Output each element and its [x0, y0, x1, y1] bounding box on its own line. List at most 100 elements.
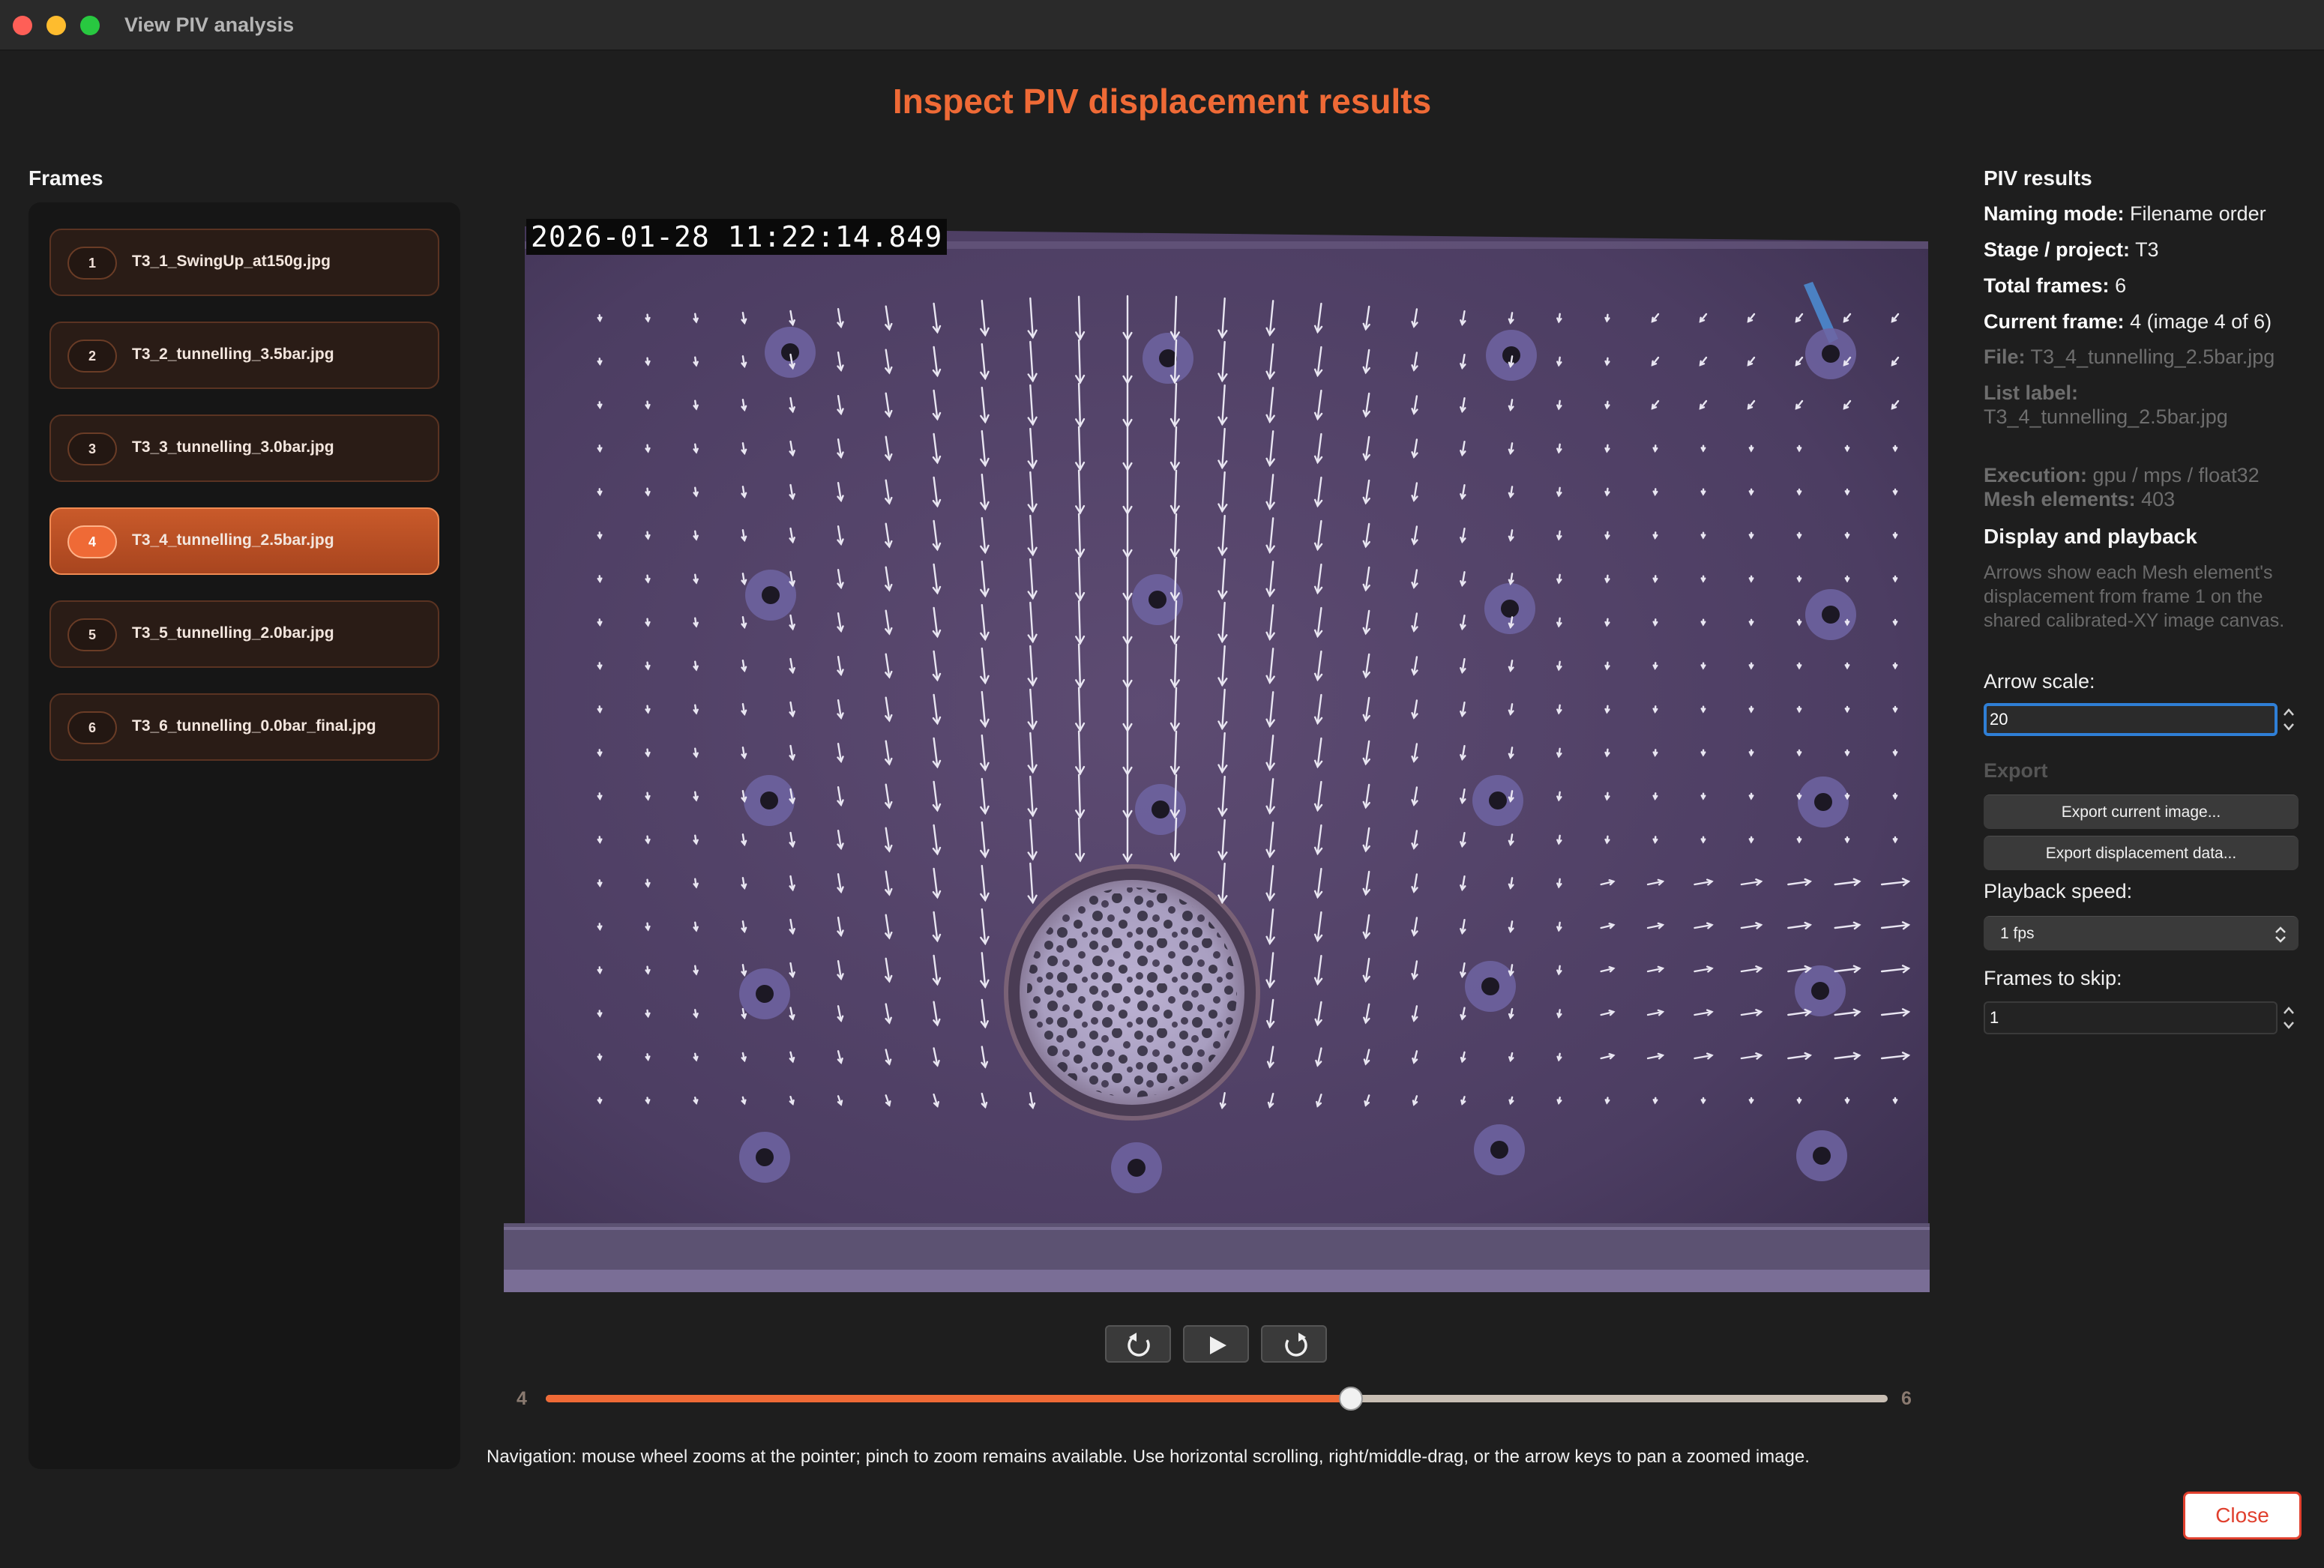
stepper-arrows-icon: [2284, 708, 2294, 731]
piv-results-heading: PIV results: [1984, 166, 2092, 190]
frame-item-4[interactable]: 4 T3_4_tunnelling_2.5bar.jpg: [49, 507, 439, 575]
list-label-label: List label:: [1984, 382, 2079, 404]
slider-max-label: 6: [1901, 1388, 1912, 1409]
frames-to-skip-input[interactable]: 1: [1984, 1001, 2278, 1034]
frame-item-3[interactable]: 3 T3_3_tunnelling_3.0bar.jpg: [49, 414, 439, 482]
frame-number-badge: 6: [67, 711, 117, 744]
play-icon: [1210, 1336, 1226, 1354]
target-marker-dot: [1814, 793, 1832, 811]
target-marker-dot: [781, 343, 799, 361]
chevron-updown-icon: [2275, 926, 2286, 943]
export-heading: Export: [1984, 759, 2048, 782]
target-marker-dot: [1128, 1159, 1146, 1177]
frame-number-badge: 4: [67, 525, 117, 558]
piv-image-viewer[interactable]: 2026-01-28 11:22:14.849: [504, 219, 1930, 1292]
target-marker-dot: [756, 1148, 774, 1166]
stage-value: T3: [2135, 238, 2159, 261]
naming-mode-value: Filename order: [2130, 202, 2266, 225]
frame-filename: T3_6_tunnelling_0.0bar_final.jpg: [132, 717, 376, 735]
window-close-button[interactable]: [13, 16, 32, 35]
play-button[interactable]: [1183, 1325, 1249, 1363]
target-marker-dot: [1481, 977, 1499, 995]
frame-number-badge: 2: [67, 340, 117, 373]
rotate-cw-icon: [1285, 1333, 1307, 1357]
target-marker-dot: [1811, 982, 1829, 1000]
list-label-row: List label: T3_4_tunnelling_2.5bar.jpg: [1984, 381, 2228, 429]
naming-mode-label: Naming mode:: [1984, 202, 2125, 225]
mesh-elements-row: Mesh elements: 403: [1984, 487, 2175, 511]
display-playback-heading: Display and playback: [1984, 525, 2197, 548]
piv-image: [504, 219, 1930, 1292]
target-marker-dot: [1813, 1147, 1831, 1165]
step-back-button[interactable]: [1105, 1325, 1171, 1363]
total-frames-label: Total frames:: [1984, 274, 2110, 297]
file-row: File: T3_4_tunnelling_2.5bar.jpg: [1984, 345, 2275, 369]
frame-slider-thumb[interactable]: [1339, 1387, 1363, 1411]
current-frame-row: Current frame: 4 (image 4 of 6): [1984, 310, 2272, 334]
window-title: View PIV analysis: [124, 13, 295, 36]
stage-row: Stage / project: T3: [1984, 238, 2159, 262]
stepper-arrows-icon: [2284, 1007, 2294, 1029]
frames-to-skip-stepper[interactable]: [2281, 1001, 2297, 1034]
total-frames-value: 6: [2115, 274, 2127, 297]
playback-speed-value: 1 fps: [2000, 925, 2035, 942]
export-displacement-data-button[interactable]: Export displacement data...: [1984, 836, 2299, 870]
window-titlebar: View PIV analysis: [0, 0, 2324, 51]
export-current-image-button[interactable]: Export current image...: [1984, 794, 2299, 829]
image-timestamp: 2026-01-28 11:22:14.849: [526, 219, 948, 255]
page-title: Inspect PIV displacement results: [892, 82, 1432, 121]
frames-heading: Frames: [28, 166, 103, 190]
current-frame-label: Current frame:: [1984, 310, 2125, 333]
close-button[interactable]: Close: [2183, 1492, 2302, 1540]
frame-number-badge: 1: [67, 247, 117, 280]
frame-item-1[interactable]: 1 T3_1_SwingUp_at150g.jpg: [49, 229, 439, 296]
frame-item-6[interactable]: 6 T3_6_tunnelling_0.0bar_final.jpg: [49, 693, 439, 761]
window-maximize-button[interactable]: [80, 16, 100, 35]
target-marker-dot: [760, 791, 778, 809]
frame-filename: T3_1_SwingUp_at150g.jpg: [132, 253, 331, 270]
arrow-scale-stepper[interactable]: [2281, 703, 2297, 736]
stage-label: Stage / project:: [1984, 238, 2131, 261]
frame-filename: T3_2_tunnelling_3.5bar.jpg: [132, 346, 334, 363]
navigation-help-text: Navigation: mouse wheel zooms at the poi…: [487, 1447, 1810, 1467]
frame-slider-fill: [546, 1395, 1351, 1402]
target-marker-dot: [756, 985, 774, 1003]
execution-label: Execution:: [1984, 464, 2088, 486]
list-label-value: T3_4_tunnelling_2.5bar.jpg: [1984, 405, 2228, 428]
execution-row: Execution: gpu / mps / float32: [1984, 463, 2260, 487]
target-marker-dot: [1152, 800, 1169, 818]
frame-slider-track[interactable]: [546, 1395, 1888, 1402]
frame-filename: T3_3_tunnelling_3.0bar.jpg: [132, 438, 334, 456]
target-marker-dot: [1822, 606, 1840, 624]
frames-list: 1 T3_1_SwingUp_at150g.jpg 2 T3_2_tunnell…: [28, 202, 460, 1469]
frame-filename: T3_4_tunnelling_2.5bar.jpg: [132, 531, 334, 549]
playback-speed-select[interactable]: 1 fps: [1984, 916, 2299, 950]
mesh-elements-value: 403: [2141, 488, 2176, 510]
target-marker-dot: [1159, 349, 1177, 367]
frame-number-badge: 3: [67, 432, 117, 465]
frame-number-badge: 5: [67, 618, 117, 651]
mesh-elements-label: Mesh elements:: [1984, 488, 2136, 510]
target-marker-dot: [1822, 345, 1840, 363]
arrow-scale-input[interactable]: 20: [1984, 703, 2278, 736]
arrow-scale-label: Arrow scale:: [1984, 670, 2095, 693]
target-marker-dot: [1490, 1141, 1508, 1159]
target-marker-dot: [1149, 591, 1166, 609]
frames-to-skip-label: Frames to skip:: [1984, 967, 2122, 989]
target-marker-dot: [1489, 791, 1507, 809]
frame-item-2[interactable]: 2 T3_2_tunnelling_3.5bar.jpg: [49, 322, 439, 389]
file-value: T3_4_tunnelling_2.5bar.jpg: [2030, 346, 2275, 368]
display-description: Arrows show each Mesh element's displace…: [1984, 562, 2285, 631]
slider-min-label: 4: [517, 1388, 527, 1409]
playback-speed-label: Playback speed:: [1984, 880, 2133, 902]
rotate-ccw-icon: [1128, 1333, 1150, 1357]
target-marker-dot: [1501, 600, 1519, 618]
total-frames-row: Total frames: 6: [1984, 274, 2126, 298]
target-marker-dot: [762, 586, 780, 604]
step-forward-button[interactable]: [1261, 1325, 1327, 1363]
frame-item-5[interactable]: 5 T3_5_tunnelling_2.0bar.jpg: [49, 600, 439, 668]
window-minimize-button[interactable]: [46, 16, 66, 35]
execution-value: gpu / mps / float32: [2092, 464, 2260, 486]
file-label: File:: [1984, 346, 2026, 368]
naming-mode-row: Naming mode: Filename order: [1984, 202, 2266, 226]
